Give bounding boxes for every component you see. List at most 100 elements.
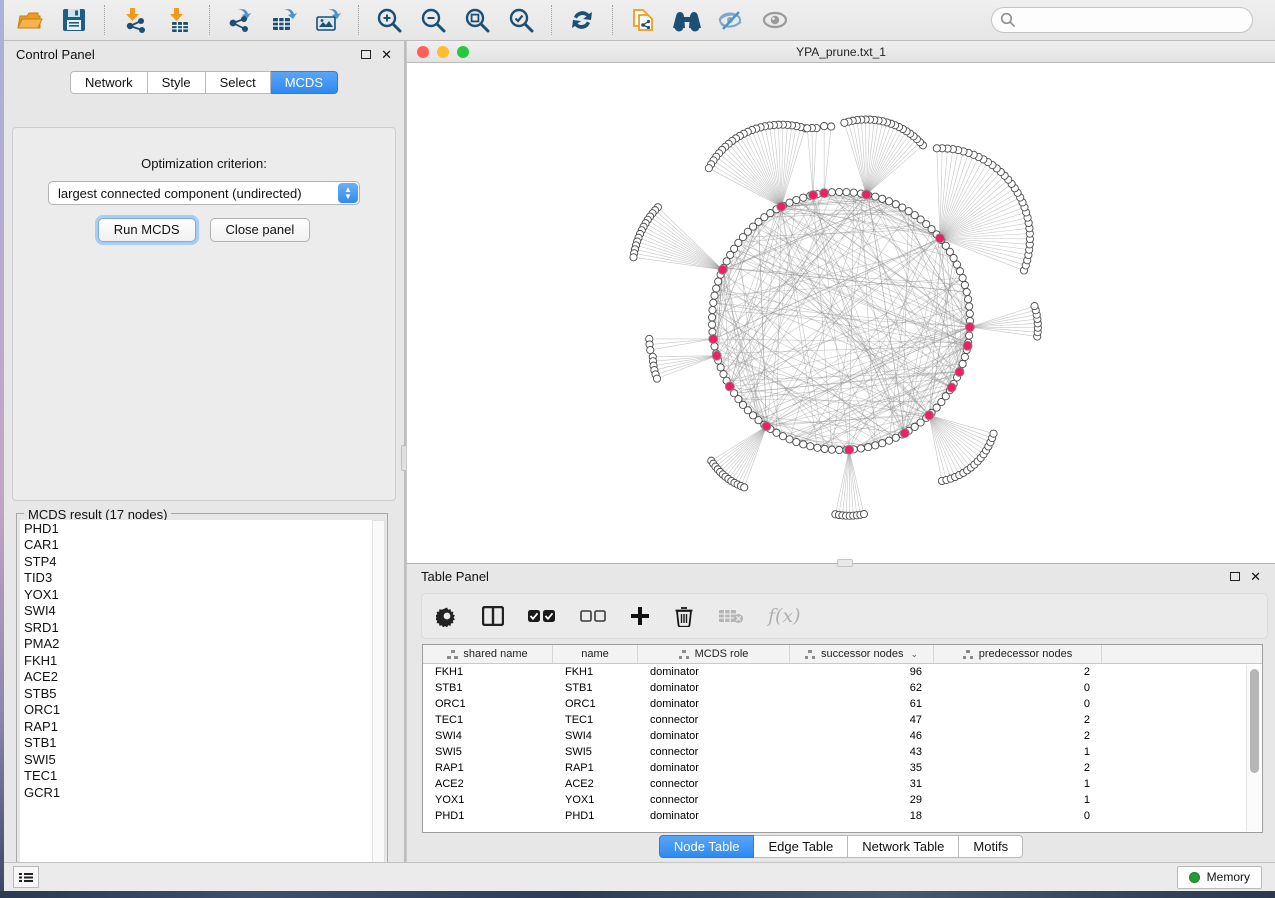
mcds-result-item[interactable]: TEC1 <box>20 768 372 785</box>
table-row[interactable]: ACE2ACE2connector311 <box>423 776 1262 792</box>
close-panel-button[interactable]: Close panel <box>210 218 311 242</box>
table-cell: ORC1 <box>553 696 638 712</box>
mcds-result-item[interactable]: TID3 <box>20 570 372 587</box>
column-header-successor-nodes[interactable]: successor nodes⌄ <box>790 645 934 663</box>
mcds-result-item[interactable]: PHD1 <box>20 520 372 537</box>
select-all-rows-icon[interactable] <box>528 609 556 623</box>
optimization-criterion-select[interactable]: largest connected component (undirected)… <box>48 181 360 205</box>
import-network-icon[interactable] <box>118 4 152 36</box>
memory-button[interactable]: Memory <box>1177 866 1262 889</box>
mcds-result-item[interactable]: STB1 <box>20 735 372 752</box>
tab-node-table[interactable]: Node Table <box>659 835 755 858</box>
mcds-result-item[interactable]: SRD1 <box>20 619 372 636</box>
column-header-MCDS-role[interactable]: MCDS role <box>638 645 790 663</box>
control-panel-tabs: NetworkStyleSelectMCDS <box>4 71 404 94</box>
mcds-result-item[interactable]: YOX1 <box>20 586 372 603</box>
mcds-result-item[interactable]: RAP1 <box>20 718 372 735</box>
open-file-icon[interactable] <box>13 4 47 36</box>
table-row[interactable]: TEC1TEC1connector472 <box>423 712 1262 728</box>
tab-select[interactable]: Select <box>206 71 271 94</box>
tab-mcds[interactable]: MCDS <box>271 71 338 94</box>
zoom-selected-icon[interactable] <box>504 4 538 36</box>
zoom-in-icon[interactable] <box>372 4 406 36</box>
mcds-result-list[interactable]: PHD1CAR1STP4TID3YOX1SWI4SRD1PMA2FKH1ACE2… <box>20 520 372 875</box>
new-network-from-selection-icon[interactable] <box>626 4 660 36</box>
mcds-result-item[interactable]: ORC1 <box>20 702 372 719</box>
show-panels-list-button[interactable] <box>13 866 39 888</box>
export-table-icon[interactable] <box>267 4 301 36</box>
binoculars-icon[interactable] <box>670 4 704 36</box>
zoom-out-icon[interactable] <box>416 4 450 36</box>
mcds-result-item[interactable]: ACE2 <box>20 669 372 686</box>
tab-edge-table[interactable]: Edge Table <box>754 835 848 858</box>
zoom-fit-icon[interactable] <box>460 4 494 36</box>
mcds-result-item[interactable]: GCR1 <box>20 784 372 801</box>
table-toolbar: f(x) <box>421 593 1268 639</box>
search-input[interactable] <box>991 7 1253 33</box>
table-cell: 47 <box>790 712 934 728</box>
table-row[interactable]: FKH1FKH1dominator962 <box>423 664 1262 680</box>
table-row[interactable]: SWI5SWI5connector431 <box>423 744 1262 760</box>
export-network-icon[interactable] <box>223 4 257 36</box>
mcds-result-item[interactable]: STP4 <box>20 553 372 570</box>
status-bar: Memory <box>0 862 1275 891</box>
close-panel-icon[interactable]: ✕ <box>381 48 392 61</box>
table-row[interactable]: ORC1ORC1dominator610 <box>423 696 1262 712</box>
tab-network-table[interactable]: Network Table <box>848 835 959 858</box>
table-row[interactable]: YOX1YOX1connector291 <box>423 792 1262 808</box>
refresh-icon[interactable] <box>565 4 599 36</box>
table-scrollbar[interactable] <box>1246 665 1261 831</box>
import-table-icon[interactable] <box>162 4 196 36</box>
add-column-icon[interactable] <box>630 606 650 626</box>
mcds-result-item[interactable]: STB5 <box>20 685 372 702</box>
control-panel-title: Control Panel <box>16 47 95 62</box>
mcds-result-item[interactable]: SWI5 <box>20 751 372 768</box>
function-builder-icon: f(x) <box>768 605 801 627</box>
toolbar-separator <box>104 5 105 35</box>
shared-column-icon <box>447 650 458 659</box>
node-table-body: FKH1FKH1dominator962STB1STB1dominator620… <box>423 664 1262 824</box>
table-cell: 18 <box>790 808 934 824</box>
table-panel-title: Table Panel <box>421 569 489 584</box>
toolbar-separator <box>358 5 359 35</box>
tab-network[interactable]: Network <box>70 71 148 94</box>
table-panel: Table Panel ✕ <box>406 563 1275 862</box>
close-table-panel-icon[interactable]: ✕ <box>1250 570 1261 583</box>
tab-motifs[interactable]: Motifs <box>959 835 1023 858</box>
column-header-name[interactable]: name <box>553 645 638 663</box>
delete-column-icon[interactable] <box>674 605 694 627</box>
select-stepper-icon: ▲▼ <box>338 183 358 203</box>
memory-label: Memory <box>1207 870 1250 884</box>
column-header-predecessor-nodes[interactable]: predecessor nodes <box>934 645 1102 663</box>
column-header-shared-name[interactable]: shared name <box>423 645 553 663</box>
table-row[interactable]: STB1STB1dominator620 <box>423 680 1262 696</box>
table-row[interactable]: RAP1RAP1dominator352 <box>423 760 1262 776</box>
mcds-result-item[interactable]: SWI4 <box>20 603 372 620</box>
network-canvas[interactable] <box>407 63 1275 563</box>
run-mcds-button[interactable]: Run MCDS <box>98 218 196 242</box>
table-cell: RAP1 <box>553 760 638 776</box>
mcds-result-scrollbar[interactable] <box>372 520 385 875</box>
show-column-panel-icon[interactable] <box>482 606 504 626</box>
network-window-title: YPA_prune.txt_1 <box>407 45 1275 59</box>
table-cell: ORC1 <box>423 696 553 712</box>
tab-style[interactable]: Style <box>148 71 206 94</box>
show-all-icon[interactable] <box>758 4 792 36</box>
table-row[interactable]: PHD1PHD1dominator180 <box>423 808 1262 824</box>
mcds-result-item[interactable]: PMA2 <box>20 636 372 653</box>
network-window-titlebar[interactable]: YPA_prune.txt_1 <box>407 41 1275 63</box>
table-row[interactable]: SWI4SWI4dominator462 <box>423 728 1262 744</box>
float-panel-icon[interactable] <box>361 50 371 59</box>
horizontal-splitter[interactable] <box>837 559 853 567</box>
table-cell: dominator <box>638 808 790 824</box>
mcds-result-item[interactable]: CAR1 <box>20 537 372 554</box>
save-session-icon[interactable] <box>57 4 91 36</box>
desktop-wallpaper-bottom-edge <box>0 891 1275 898</box>
deselect-all-rows-icon[interactable] <box>580 610 606 622</box>
float-table-panel-icon[interactable] <box>1230 572 1240 581</box>
hide-selected-icon[interactable] <box>714 4 748 36</box>
table-settings-gear-icon[interactable] <box>436 605 458 627</box>
table-scrollbar-thumb[interactable] <box>1250 669 1259 773</box>
export-image-icon[interactable] <box>311 4 345 36</box>
mcds-result-item[interactable]: FKH1 <box>20 652 372 669</box>
